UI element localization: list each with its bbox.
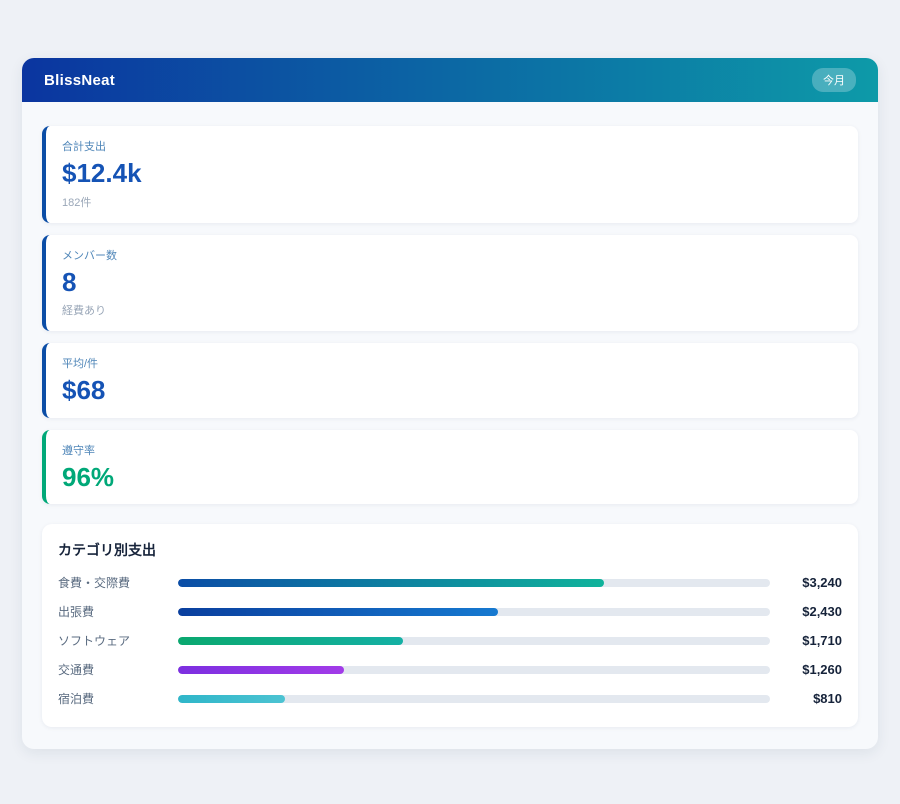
bar-fill [178, 666, 344, 674]
stat-value: 96% [62, 463, 842, 492]
chart-row-transportation: 交通費 $1,260 [58, 661, 842, 678]
category-value: $2,430 [770, 604, 842, 619]
bar-track [178, 637, 770, 645]
chart-row-lodging: 宿泊費 $810 [58, 690, 842, 707]
category-label: 交通費 [58, 661, 178, 678]
chart-row-food-entertainment: 食費・交際費 $3,240 [58, 574, 842, 591]
app-header: BlissNeat 今月 [22, 58, 878, 102]
dashboard-card: BlissNeat 今月 合計支出 $12.4k 182件 メンバー数 8 経費… [22, 58, 878, 749]
category-value: $1,260 [770, 662, 842, 677]
stat-card-average-per-item: 平均/件 $68 [42, 343, 858, 418]
stat-label: 平均/件 [62, 355, 842, 371]
chart-title: カテゴリ別支出 [58, 540, 842, 560]
stat-value: $68 [62, 376, 842, 405]
bar-fill [178, 608, 498, 616]
stat-value: $12.4k [62, 159, 842, 188]
bar-fill [178, 637, 403, 645]
stat-label: メンバー数 [62, 247, 842, 263]
chart-row-business-trip: 出張費 $2,430 [58, 603, 842, 620]
category-value: $1,710 [770, 633, 842, 648]
dashboard-content: 合計支出 $12.4k 182件 メンバー数 8 経費あり 平均/件 $68 遵… [22, 102, 878, 749]
bar-track [178, 579, 770, 587]
stat-label: 合計支出 [62, 138, 842, 154]
category-value: $810 [770, 691, 842, 706]
stat-label: 遵守率 [62, 442, 842, 458]
app-title: BlissNeat [44, 72, 115, 89]
category-spend-panel: カテゴリ別支出 食費・交際費 $3,240 出張費 $2,430 [42, 524, 858, 727]
stat-subtext: 経費あり [62, 302, 842, 318]
bar-fill [178, 579, 604, 587]
stat-subtext: 182件 [62, 194, 842, 210]
bar-fill [178, 695, 285, 703]
stat-value: 8 [62, 268, 842, 297]
category-value: $3,240 [770, 575, 842, 590]
category-label: 食費・交際費 [58, 574, 178, 591]
stat-card-compliance-rate: 遵守率 96% [42, 430, 858, 505]
bar-chart: 食費・交際費 $3,240 出張費 $2,430 ソフトウェア [58, 574, 842, 707]
category-label: 宿泊費 [58, 690, 178, 707]
stat-card-member-count: メンバー数 8 経費あり [42, 235, 858, 332]
category-label: 出張費 [58, 603, 178, 620]
category-label: ソフトウェア [58, 632, 178, 649]
chart-row-software: ソフトウェア $1,710 [58, 632, 842, 649]
bar-track [178, 695, 770, 703]
bar-track [178, 666, 770, 674]
bar-track [178, 608, 770, 616]
period-badge[interactable]: 今月 [812, 68, 856, 92]
stat-card-total-spend: 合計支出 $12.4k 182件 [42, 126, 858, 223]
